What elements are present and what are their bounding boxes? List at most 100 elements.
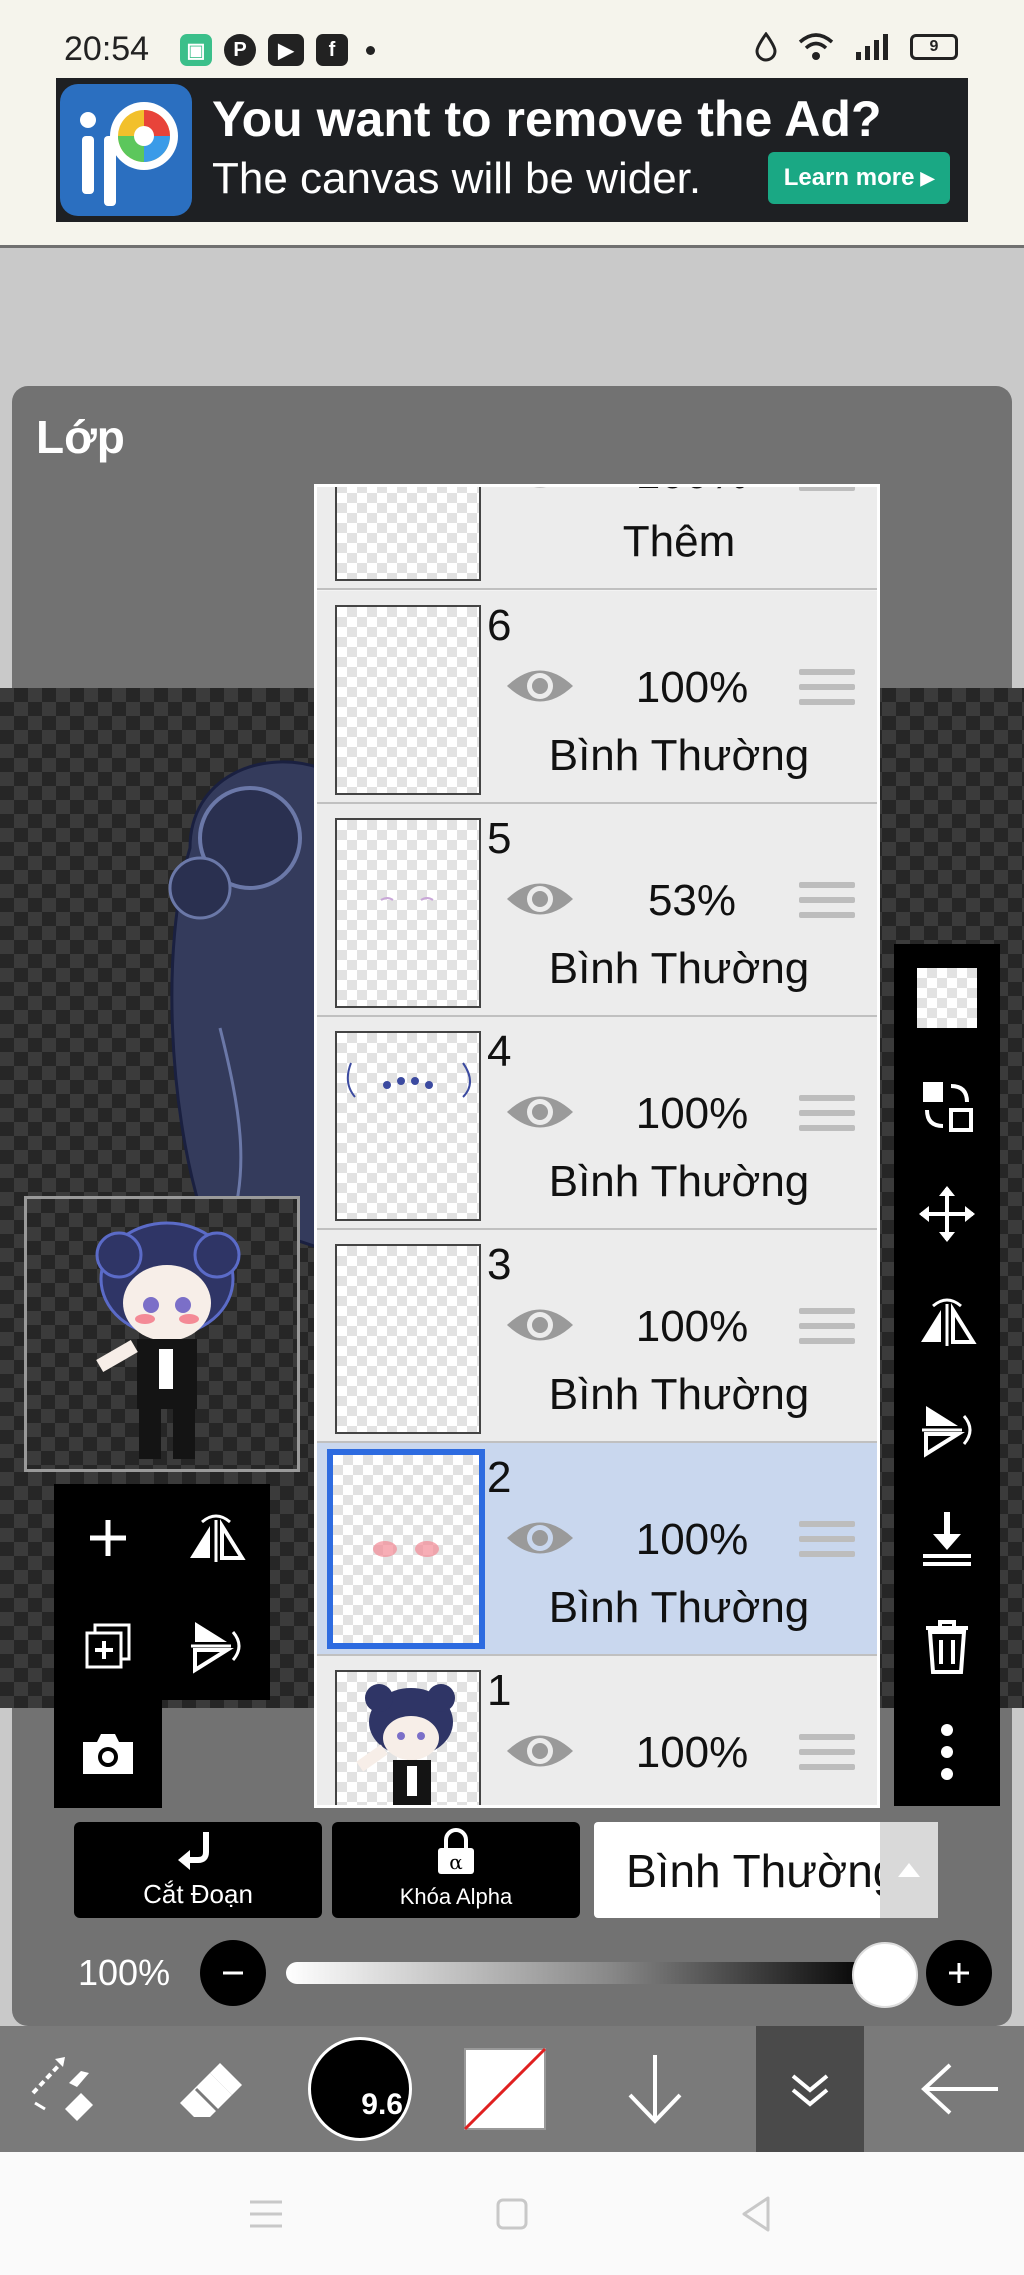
layer-swap-button[interactable] [894, 1052, 1000, 1160]
add-layer-button[interactable] [54, 1484, 162, 1592]
opacity-decrease-button[interactable] [200, 1940, 266, 2006]
clipping-icon [178, 1832, 209, 1870]
drag-handle-icon[interactable] [799, 1308, 855, 1348]
layer-thumbnail[interactable] [335, 1244, 481, 1434]
duplicate-layer-button[interactable] [54, 1592, 162, 1700]
arrow-down-button[interactable] [600, 2026, 710, 2152]
drag-handle-icon[interactable] [799, 1734, 855, 1774]
trash-icon [926, 1620, 968, 1674]
layer-thumbnail[interactable] [335, 1031, 481, 1221]
canvas-preview[interactable] [24, 1196, 300, 1472]
visibility-eye-icon[interactable] [503, 1726, 577, 1776]
layer-opacity[interactable]: 100% [617, 1515, 767, 1565]
clipping-label: Cắt Đoạn [143, 1879, 253, 1909]
home-icon[interactable] [490, 2192, 534, 2236]
layer-thumbnail[interactable] [335, 605, 481, 795]
opacity-increase-button[interactable] [926, 1940, 992, 2006]
layer-opacity[interactable]: 100% [617, 487, 767, 499]
layer-opacity[interactable]: 100% [617, 663, 767, 713]
layer-opacity[interactable]: 53% [617, 876, 767, 926]
layer-blend-mode[interactable]: Bình Thường [497, 731, 861, 781]
data-saver-icon [755, 32, 777, 62]
layer-opacity[interactable]: 100% [617, 1089, 767, 1139]
ibispaint-logo-icon [60, 84, 192, 216]
selection-tool-icon [31, 2057, 93, 2121]
layer-row[interactable]: 5 53% Bình Thường [317, 804, 877, 1017]
brush-size-value: 9.6 [361, 2088, 403, 2121]
camera-button[interactable] [54, 1700, 162, 1808]
layer-thumbnail[interactable] [327, 1449, 485, 1649]
opacity-slider-knob[interactable] [852, 1942, 918, 2008]
eraser-icon [180, 2063, 242, 2117]
layer-blend-mode[interactable]: Bình Thường [497, 1370, 861, 1420]
right-toolbar [894, 944, 1000, 1806]
transparency-button[interactable] [894, 944, 1000, 1052]
layer-expand-icon [791, 2074, 829, 2107]
layer-thumbnail-image [346, 1062, 471, 1098]
layer-row[interactable]: 3 100% Bình Thường [317, 1230, 877, 1443]
drag-handle-icon[interactable] [799, 487, 855, 495]
flip-vertical-button[interactable] [894, 1376, 1000, 1484]
visibility-eye-icon[interactable] [503, 661, 577, 711]
layer-blend-mode[interactable]: Bình Thường [497, 944, 861, 994]
brush-size-button[interactable]: 9.6 [300, 2026, 420, 2152]
layer-thumbnail[interactable] [335, 818, 481, 1008]
move-button[interactable] [894, 1160, 1000, 1268]
layer-blend-mode[interactable]: Bình Thường [497, 1157, 861, 1207]
layer-opacity[interactable]: 100% [617, 1302, 767, 1352]
blend-mode-dropdown-button[interactable] [880, 1822, 938, 1918]
flip-layer-horizontal-icon [190, 1514, 246, 1562]
drag-handle-icon[interactable] [799, 1521, 855, 1561]
character-preview-image [95, 1221, 241, 1459]
minus-icon [223, 1971, 243, 1975]
layer-blend-mode[interactable]: Thêm [497, 517, 861, 567]
eraser-tool-button[interactable] [155, 2026, 265, 2152]
drag-handle-icon[interactable] [799, 882, 855, 922]
clipping-button[interactable]: Cắt Đoạn [74, 1822, 322, 1918]
color-button[interactable] [450, 2026, 560, 2152]
dot-icon [366, 45, 375, 55]
menu-icon[interactable] [244, 2192, 288, 2236]
flip-layer-vertical-button[interactable] [162, 1592, 270, 1700]
plus-icon [949, 1963, 969, 1983]
color-swatch [463, 2047, 547, 2131]
drag-handle-icon[interactable] [799, 1095, 855, 1135]
learn-more-button[interactable]: Learn more ▶ [768, 152, 950, 204]
bottom-toolbar: 9.6 [0, 2026, 1024, 2152]
ad-banner[interactable]: You want to remove the Ad? The canvas wi… [56, 78, 968, 222]
layer-row[interactable]: 6 100% Bình Thường [317, 591, 877, 804]
delete-layer-button[interactable] [894, 1592, 1000, 1700]
visibility-eye-icon[interactable] [503, 1087, 577, 1137]
layer-row[interactable]: 100% Thêm [317, 484, 877, 590]
opacity-slider[interactable] [286, 1962, 876, 1984]
visibility-eye-icon[interactable] [503, 484, 577, 497]
layer-thumbnail[interactable] [335, 1670, 481, 1805]
visibility-eye-icon[interactable] [503, 1513, 577, 1563]
pinterest-icon: P [224, 34, 256, 66]
left-toolbar-extra [54, 1700, 162, 1808]
learn-more-label: Learn more [783, 164, 915, 191]
selection-tool-button[interactable] [10, 2026, 120, 2152]
layer-list[interactable]: 100% Thêm 6 100% Bình Thường 5 53% Bình … [314, 484, 880, 1808]
merge-down-button[interactable] [894, 1484, 1000, 1592]
visibility-eye-icon[interactable] [503, 874, 577, 924]
layer-panel-toggle-button[interactable] [756, 2026, 864, 2152]
layer-blend-mode[interactable]: Bình Thường [497, 1583, 861, 1633]
blend-mode-select[interactable]: Bình Thường [594, 1822, 938, 1918]
layer-row[interactable]: 4 100% Bình Thường [317, 1017, 877, 1230]
status-bar: 20:54 ▣ P ▶ f 9 You want to remove the A… [0, 0, 1024, 248]
layer-opacity[interactable]: 100% [617, 1728, 767, 1778]
layer-row-selected[interactable]: 2 100% Bình Thường [317, 1443, 877, 1656]
flip-layer-horizontal-button[interactable] [162, 1484, 270, 1592]
triangle-up-icon [898, 1863, 920, 1877]
alpha-lock-button[interactable]: α Khóa Alpha [332, 1822, 580, 1918]
flip-horizontal-button[interactable] [894, 1268, 1000, 1376]
facebook-icon: f [316, 34, 348, 66]
back-button[interactable] [900, 2026, 1020, 2152]
drag-handle-icon[interactable] [799, 669, 855, 709]
layer-thumbnail[interactable] [335, 487, 481, 581]
more-options-button[interactable] [894, 1698, 1000, 1806]
layer-row[interactable]: 1 100% [317, 1656, 877, 1805]
back-nav-icon[interactable] [734, 2192, 778, 2236]
visibility-eye-icon[interactable] [503, 1300, 577, 1350]
